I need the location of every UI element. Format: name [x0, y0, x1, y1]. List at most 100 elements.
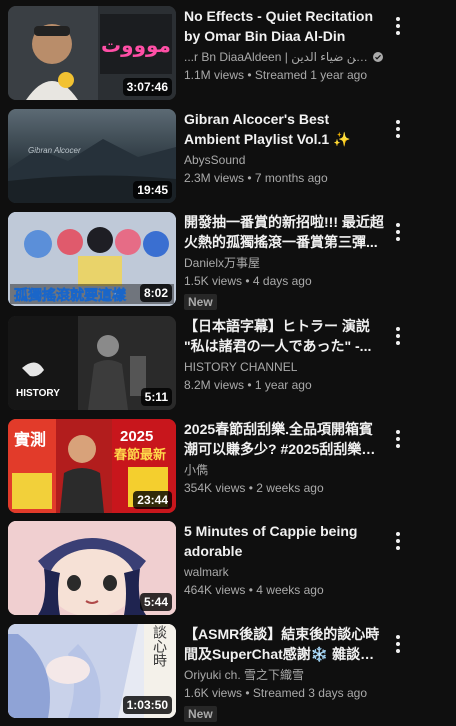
separator: • — [247, 378, 252, 392]
channel-name[interactable]: walmark — [184, 563, 229, 581]
view-count: 8.2M views — [184, 378, 245, 392]
channel-name-row[interactable]: HISTORY CHANNEL — [184, 358, 384, 376]
more-actions-button[interactable] — [386, 419, 410, 459]
video-stats: 1.5K views • 4 days ago — [184, 272, 384, 290]
thumbnail-logo-text: HISTORY — [16, 388, 60, 399]
duration-badge: 19:45 — [133, 181, 172, 199]
upload-age: 2 weeks ago — [256, 481, 324, 495]
thumbnail-caption: 孤獨搖滾就要這樣 — [14, 287, 127, 303]
video-stats: 464K views • 4 weeks ago — [184, 581, 384, 599]
list-item[interactable]: 孤獨搖滾就要這樣 8:02 開發抽一番賞的新招啦!!! 最近超火熱的孤獨搖滾一番… — [0, 212, 456, 311]
channel-name[interactable]: 小儁 — [184, 461, 208, 479]
channel-name[interactable]: Oriyuki ch. 雪之下織雪 — [184, 666, 304, 684]
upload-age: 4 weeks ago — [256, 583, 324, 597]
video-title[interactable]: No Effects - Quiet Recitation by Omar Bi… — [184, 6, 384, 46]
thumbnail-side-text: 談心時 — [152, 625, 168, 667]
more-vert-icon — [396, 17, 400, 35]
video-thumbnail[interactable]: Gibran Alcocer 19:45 — [8, 109, 176, 203]
video-thumbnail[interactable]: HISTORY 5:11 — [8, 316, 176, 410]
duration-badge: 5:11 — [140, 388, 172, 406]
more-vert-icon — [396, 635, 400, 653]
video-meta: 2025春節刮刮樂.全品項開箱賓潮可以賺多少? #2025刮刮樂蛇... 小儁 … — [184, 419, 384, 497]
duration-badge: 1:03:50 — [122, 696, 172, 714]
channel-name[interactable]: AbysSound — [184, 151, 245, 169]
video-stats: 354K views • 2 weeks ago — [184, 479, 384, 497]
new-badge: New — [184, 706, 217, 722]
view-count: 354K views — [184, 481, 246, 495]
channel-name[interactable]: HISTORY CHANNEL — [184, 358, 297, 376]
channel-name[interactable]: Danielx万事屋 — [184, 254, 260, 272]
video-title[interactable]: 【日本語字幕】ヒトラー 演説 "私は諸君の一人であった" -... — [184, 316, 384, 356]
video-meta: 開發抽一番賞的新招啦!!! 最近超火熱的孤獨搖滾一番賞第三彈... Daniel… — [184, 212, 384, 311]
separator: • — [248, 583, 253, 597]
video-thumbnail[interactable]: 談心時 1:03:50 — [8, 624, 176, 718]
view-count: 1.6K views — [184, 686, 243, 700]
video-meta: 【ASMR後談】結束後的談心時間及SuperChat感謝❄️ 雜談／... Or… — [184, 624, 384, 723]
more-actions-button[interactable] — [386, 316, 410, 356]
more-actions-button[interactable] — [386, 212, 410, 252]
upload-age: 1 year ago — [254, 378, 312, 392]
list-item[interactable]: موووت 3:07:46 No Effects - Quiet Recitat… — [0, 6, 456, 102]
video-title[interactable]: 5 Minutes of Cappie being adorable — [184, 521, 384, 561]
separator: • — [247, 68, 252, 82]
duration-badge: 23:44 — [133, 491, 172, 509]
video-thumbnail[interactable]: 5:44 — [8, 521, 176, 615]
svg-text:Gibran Alcocer: Gibran Alcocer — [28, 146, 81, 155]
channel-name-row[interactable]: Danielx万事屋 — [184, 254, 384, 272]
more-vert-icon — [396, 327, 400, 345]
view-count: 1.1M views — [184, 68, 245, 82]
video-title[interactable]: Gibran Alcocer's Best Ambient Playlist V… — [184, 109, 384, 149]
separator: • — [245, 686, 250, 700]
video-meta: No Effects - Quiet Recitation by Omar Bi… — [184, 6, 384, 84]
video-title[interactable]: 2025春節刮刮樂.全品項開箱賓潮可以賺多少? #2025刮刮樂蛇... — [184, 419, 384, 459]
more-vert-icon — [396, 120, 400, 138]
duration-badge: 3:07:46 — [122, 78, 172, 96]
channel-name-row[interactable]: ...r Bn DiaaAldeen | عمر بن ضياء الدين — [184, 48, 384, 66]
more-actions-button[interactable] — [386, 6, 410, 46]
separator: • — [248, 481, 253, 495]
list-item[interactable]: HISTORY 5:11 【日本語字幕】ヒトラー 演説 "私は諸君の一人であった… — [0, 316, 456, 412]
separator: • — [245, 274, 250, 288]
more-actions-button[interactable] — [386, 521, 410, 561]
new-badge: New — [184, 294, 217, 310]
upload-age: 7 months ago — [254, 171, 328, 185]
list-item[interactable]: Gibran Alcocer 19:45 Gibran Alcocer's Be… — [0, 109, 456, 205]
channel-name-row[interactable]: AbysSound — [184, 151, 384, 169]
channel-name-row[interactable]: Oriyuki ch. 雪之下織雪 — [184, 666, 384, 684]
view-count: 2.3M views — [184, 171, 245, 185]
channel-name-row[interactable]: walmark — [184, 563, 384, 581]
video-thumbnail[interactable]: موووت 3:07:46 — [8, 6, 176, 100]
more-actions-button[interactable] — [386, 624, 410, 664]
verified-check-icon — [373, 52, 383, 62]
upload-age: 4 days ago — [252, 274, 312, 288]
video-thumbnail[interactable]: 實測 2025 春節最新 23:44 — [8, 419, 176, 513]
video-title[interactable]: 開發抽一番賞的新招啦!!! 最近超火熱的孤獨搖滾一番賞第三彈... — [184, 212, 384, 252]
channel-name-row[interactable]: 小儁 — [184, 461, 384, 479]
duration-badge: 5:44 — [139, 593, 172, 611]
thumbnail-overlay-text: موووت — [101, 35, 171, 57]
channel-name[interactable]: ...r Bn DiaaAldeen | عمر بن ضياء الدين — [184, 48, 368, 66]
more-actions-button[interactable] — [386, 109, 410, 149]
more-vert-icon — [396, 430, 400, 448]
video-list: موووت 3:07:46 No Effects - Quiet Recitat… — [0, 0, 456, 726]
thumbnail-left-text: 實測 — [14, 430, 46, 449]
view-count: 464K views — [184, 583, 246, 597]
video-title[interactable]: 【ASMR後談】結束後的談心時間及SuperChat感謝❄️ 雜談／... — [184, 624, 384, 664]
video-stats: 1.1M views • Streamed 1 year ago — [184, 66, 384, 84]
video-stats: 1.6K views • Streamed 3 days ago — [184, 684, 384, 702]
thumbnail-banner-text: 春節最新 — [113, 447, 166, 462]
thumbnail-year-text: 2025 — [120, 428, 153, 445]
duration-badge: 8:02 — [139, 284, 172, 302]
separator: • — [247, 171, 252, 185]
video-stats: 8.2M views • 1 year ago — [184, 376, 384, 394]
more-vert-icon — [396, 532, 400, 550]
video-meta: 5 Minutes of Cappie being adorable walma… — [184, 521, 384, 599]
list-item[interactable]: 談心時 1:03:50 【ASMR後談】結束後的談心時間及SuperChat感謝… — [0, 624, 456, 723]
list-item[interactable]: 實測 2025 春節最新 23:44 2025春節刮刮樂.全品項開箱賓潮可以賺多… — [0, 419, 456, 515]
video-thumbnail[interactable]: 孤獨搖滾就要這樣 8:02 — [8, 212, 176, 306]
video-meta: 【日本語字幕】ヒトラー 演説 "私は諸君の一人であった" -... HISTOR… — [184, 316, 384, 394]
upload-age: Streamed 3 days ago — [252, 686, 367, 700]
more-vert-icon — [396, 223, 400, 241]
video-meta: Gibran Alcocer's Best Ambient Playlist V… — [184, 109, 384, 187]
list-item[interactable]: 5:44 5 Minutes of Cappie being adorable … — [0, 521, 456, 617]
